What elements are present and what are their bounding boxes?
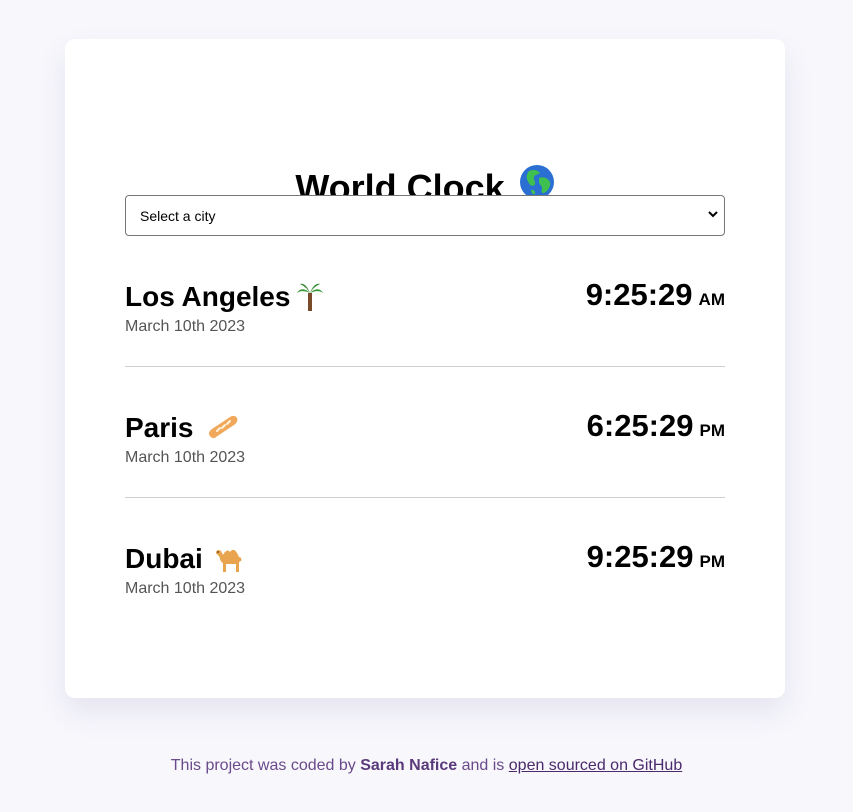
city-row-paris: Paris March 10th 2023 6:25:29 PM: [125, 408, 725, 491]
time-ampm: PM: [699, 421, 726, 440]
world-clock-card: World Clock Select a city Los Angeles Ma…: [65, 39, 785, 698]
chevron-down-icon: [706, 207, 720, 226]
city-name: Paris: [125, 412, 194, 443]
time-value: 9:25:29: [586, 539, 694, 574]
footer-prefix: This project was coded by: [170, 757, 356, 774]
divider: [125, 366, 725, 367]
city-time: 9:25:29 AM: [586, 277, 725, 313]
city-select[interactable]: Select a city: [125, 195, 725, 236]
city-date: March 10th 2023: [125, 449, 246, 466]
city-name-row: Dubai: [125, 542, 247, 576]
city-name: Los Angeles: [125, 281, 291, 312]
time-value: 6:25:29: [586, 408, 694, 443]
city-row-dubai: Dubai March 10th 2023 9:25:29 PM: [125, 539, 725, 622]
footer-middle: and is: [461, 757, 505, 774]
time-ampm: AM: [698, 290, 725, 309]
time-ampm: PM: [699, 552, 726, 571]
divider: [125, 497, 725, 498]
city-row-los-angeles: Los Angeles March 10th 2023 9:25:29 AM: [125, 277, 725, 360]
city-date: March 10th 2023: [125, 318, 246, 335]
city-select-value: Select a city: [140, 208, 216, 224]
city-time: 9:25:29 PM: [587, 539, 725, 575]
baguette-icon: [208, 415, 237, 438]
palm-tree-icon: [297, 283, 324, 311]
time-value: 9:25:29: [585, 277, 693, 312]
city-name: Dubai: [125, 543, 203, 574]
city-time: 6:25:29 PM: [587, 408, 725, 444]
footer: This project was coded by Sarah Nafice a…: [0, 757, 853, 775]
city-name-row: Los Angeles: [125, 280, 324, 314]
city-name-row: Paris: [125, 411, 240, 445]
camel-icon: [215, 549, 242, 572]
github-link[interactable]: open sourced on GitHub: [509, 757, 682, 774]
city-date: March 10th 2023: [125, 580, 246, 597]
footer-author: Sarah Nafice: [360, 757, 458, 774]
